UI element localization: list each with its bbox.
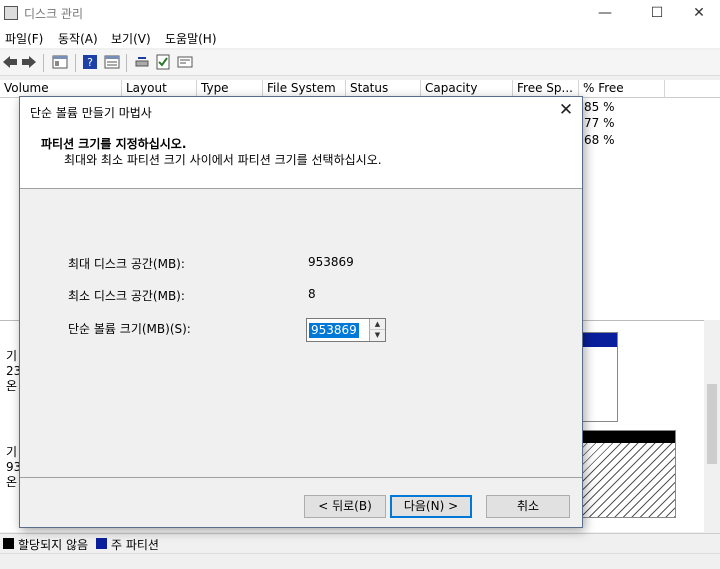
min-disk-space-label: 최소 디스크 공간(MB): bbox=[68, 289, 185, 303]
forward-arrow-icon[interactable] bbox=[21, 54, 37, 70]
legend-primary-partition: 주 파티션 bbox=[111, 538, 159, 552]
volume-size-input[interactable]: 953869 bbox=[309, 323, 359, 338]
dialog-close-button[interactable]: ✕ bbox=[554, 99, 578, 123]
settings-list-icon[interactable] bbox=[177, 54, 193, 70]
volume-size-label: 단순 볼륨 크기(MB)(S): bbox=[68, 322, 191, 336]
legend-bar: 할당되지 않음 주 파티션 bbox=[0, 533, 720, 553]
spin-up-icon[interactable]: ▲ bbox=[369, 319, 385, 330]
unallocated-swatch bbox=[3, 538, 14, 549]
dialog-header: 파티션 크기를 지정하십시오. 최대와 최소 파티션 크기 사이에서 파티션 크… bbox=[20, 125, 582, 189]
back-arrow-icon[interactable] bbox=[2, 54, 18, 70]
back-button[interactable]: < 뒤로(B) bbox=[304, 495, 386, 518]
unallocated-partition-block[interactable] bbox=[582, 430, 676, 518]
dialog-title: 단순 볼륨 만들기 마법사 bbox=[30, 106, 152, 120]
checklist-icon[interactable] bbox=[155, 54, 171, 70]
menu-file[interactable]: 파일(F) bbox=[5, 30, 43, 47]
disk-management-icon bbox=[4, 6, 18, 20]
max-disk-space-value: 953869 bbox=[308, 255, 354, 269]
percent-free-cell: 68 % bbox=[584, 133, 615, 147]
toolbar-divider bbox=[75, 54, 76, 72]
column-percent-free[interactable]: % Free bbox=[579, 80, 665, 98]
dialog-footer-divider bbox=[20, 477, 582, 478]
percent-free-cell: 85 % bbox=[584, 100, 615, 114]
min-disk-space-value: 8 bbox=[308, 287, 316, 301]
max-disk-space-label: 최대 디스크 공간(MB): bbox=[68, 257, 185, 271]
vertical-scrollbar[interactable] bbox=[704, 320, 720, 532]
menu-help[interactable]: 도움말(H) bbox=[165, 30, 217, 47]
connect-disk-icon[interactable] bbox=[134, 54, 150, 70]
new-simple-volume-wizard: 단순 볼륨 만들기 마법사 ✕ 파티션 크기를 지정하십시오. 최대와 최소 파… bbox=[19, 96, 583, 528]
primary-partition-block[interactable] bbox=[582, 332, 618, 422]
next-button[interactable]: 다음(N) > bbox=[390, 495, 472, 518]
status-bar bbox=[0, 553, 720, 569]
dialog-header-subtitle: 최대와 최소 파티션 크기 사이에서 파티션 크기를 선택하십시오. bbox=[64, 153, 382, 167]
dialog-title-bar: 단순 볼륨 만들기 마법사 ✕ bbox=[20, 97, 582, 125]
menu-view[interactable]: 보기(V) bbox=[111, 30, 151, 47]
console-tree-icon[interactable] bbox=[52, 54, 68, 70]
toolbar-divider bbox=[43, 54, 44, 72]
scrollbar-thumb[interactable] bbox=[707, 384, 717, 464]
minimize-button[interactable]: — bbox=[582, 0, 628, 28]
close-window-button[interactable]: ✕ bbox=[676, 0, 720, 28]
toolbar-divider bbox=[126, 54, 127, 72]
toolbar: ? bbox=[0, 50, 720, 76]
legend-unallocated: 할당되지 않음 bbox=[18, 538, 89, 552]
properties-icon[interactable] bbox=[104, 54, 120, 70]
percent-free-cell: 77 % bbox=[584, 116, 615, 130]
window-title: 디스크 관리 bbox=[24, 7, 84, 21]
maximize-button[interactable]: ☐ bbox=[634, 0, 680, 28]
primary-partition-swatch bbox=[96, 538, 107, 549]
volume-size-spinbox[interactable]: 953869 ▲ ▼ bbox=[306, 318, 386, 342]
svg-text:?: ? bbox=[87, 56, 93, 69]
menu-action[interactable]: 동작(A) bbox=[58, 30, 98, 47]
menu-bar: 파일(F) 동작(A) 보기(V) 도움말(H) bbox=[0, 28, 720, 48]
title-bar: 디스크 관리 — ☐ ✕ bbox=[0, 0, 720, 28]
cancel-button[interactable]: 취소 bbox=[486, 495, 570, 518]
help-icon[interactable]: ? bbox=[82, 54, 98, 70]
dialog-header-title: 파티션 크기를 지정하십시오. bbox=[41, 137, 187, 151]
spin-down-icon[interactable]: ▼ bbox=[369, 330, 385, 341]
